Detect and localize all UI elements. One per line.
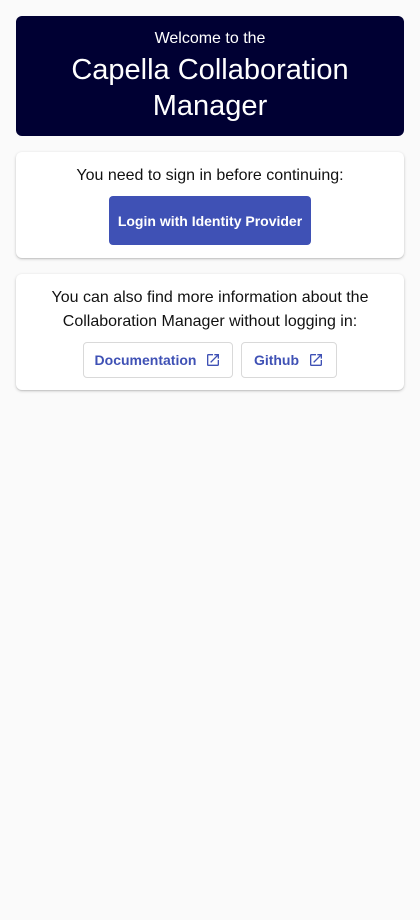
info-text-line-1: You can also find more information about… — [51, 289, 369, 306]
welcome-kicker: Welcome to the — [154, 30, 266, 47]
app-title-line-2: Manager — [152, 90, 268, 122]
open-in-new-icon — [205, 352, 221, 368]
github-link-button[interactable]: Github — [241, 342, 337, 378]
signin-card: You need to sign in before continuing: L… — [16, 152, 404, 258]
info-text-line-2: Collaboration Manager without logging in… — [62, 313, 358, 330]
signin-prompt: You need to sign in before continuing: — [76, 167, 344, 184]
documentation-link-button[interactable]: Documentation — [83, 342, 233, 378]
app-title-line-1: Capella Collaboration — [71, 54, 349, 86]
login-page: Welcome to the Capella Collaboration Man… — [0, 0, 420, 920]
app-title: Capella Collaboration Manager — [16, 52, 404, 124]
github-link-label: Github — [253, 352, 300, 368]
open-in-new-icon — [308, 352, 324, 368]
info-text: You can also find more information about… — [36, 286, 384, 334]
login-button[interactable]: Login with Identity Provider — [109, 196, 311, 245]
info-card: You can also find more information about… — [16, 274, 404, 390]
documentation-link-label: Documentation — [94, 352, 197, 368]
welcome-banner: Welcome to the Capella Collaboration Man… — [16, 16, 404, 136]
